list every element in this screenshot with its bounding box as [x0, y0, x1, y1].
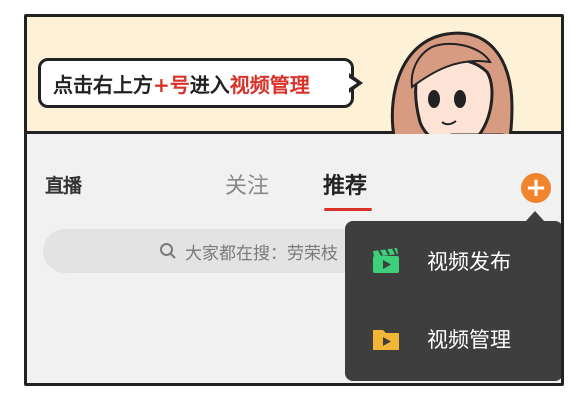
tip-text-plus: +号	[153, 72, 190, 97]
add-menu: 视频发布 视频管理	[345, 221, 561, 381]
tip-text-1: 点击右上方	[53, 72, 153, 97]
tip-text-3: 进入	[189, 72, 230, 97]
menu-item-label: 视频发布	[427, 250, 511, 274]
tutorial-frame: 点击右上方 +号 进入 视频管理 直播 关注 推荐 + 大家都在搜：劳荣枝 视频…	[24, 14, 564, 386]
app-screen: 直播 关注 推荐 + 大家都在搜：劳荣枝 视频发布 视频管理	[27, 134, 561, 383]
clapperboard-icon	[373, 248, 399, 273]
menu-item-label: 视频管理	[427, 328, 511, 352]
tip-text-video-manage: 视频管理	[229, 72, 310, 97]
menu-item-video-publish[interactable]: 视频发布	[345, 231, 561, 291]
search-placeholder: 大家都在搜：劳荣枝	[185, 243, 338, 264]
add-button[interactable]: +	[521, 173, 551, 203]
menu-item-video-manage[interactable]: 视频管理	[345, 309, 561, 369]
speech-bubble: 点击右上方 +号 进入 视频管理	[38, 58, 354, 108]
tab-recommend[interactable]: 推荐	[323, 168, 367, 200]
folder-play-icon	[373, 330, 399, 350]
plus-icon: +	[525, 173, 547, 203]
live-label: 直播	[45, 175, 82, 197]
active-tab-indicator	[324, 208, 372, 211]
search-icon	[160, 243, 176, 259]
tip-banner: 点击右上方 +号 进入 视频管理	[27, 17, 561, 167]
tab-follow[interactable]: 关注	[225, 168, 269, 200]
